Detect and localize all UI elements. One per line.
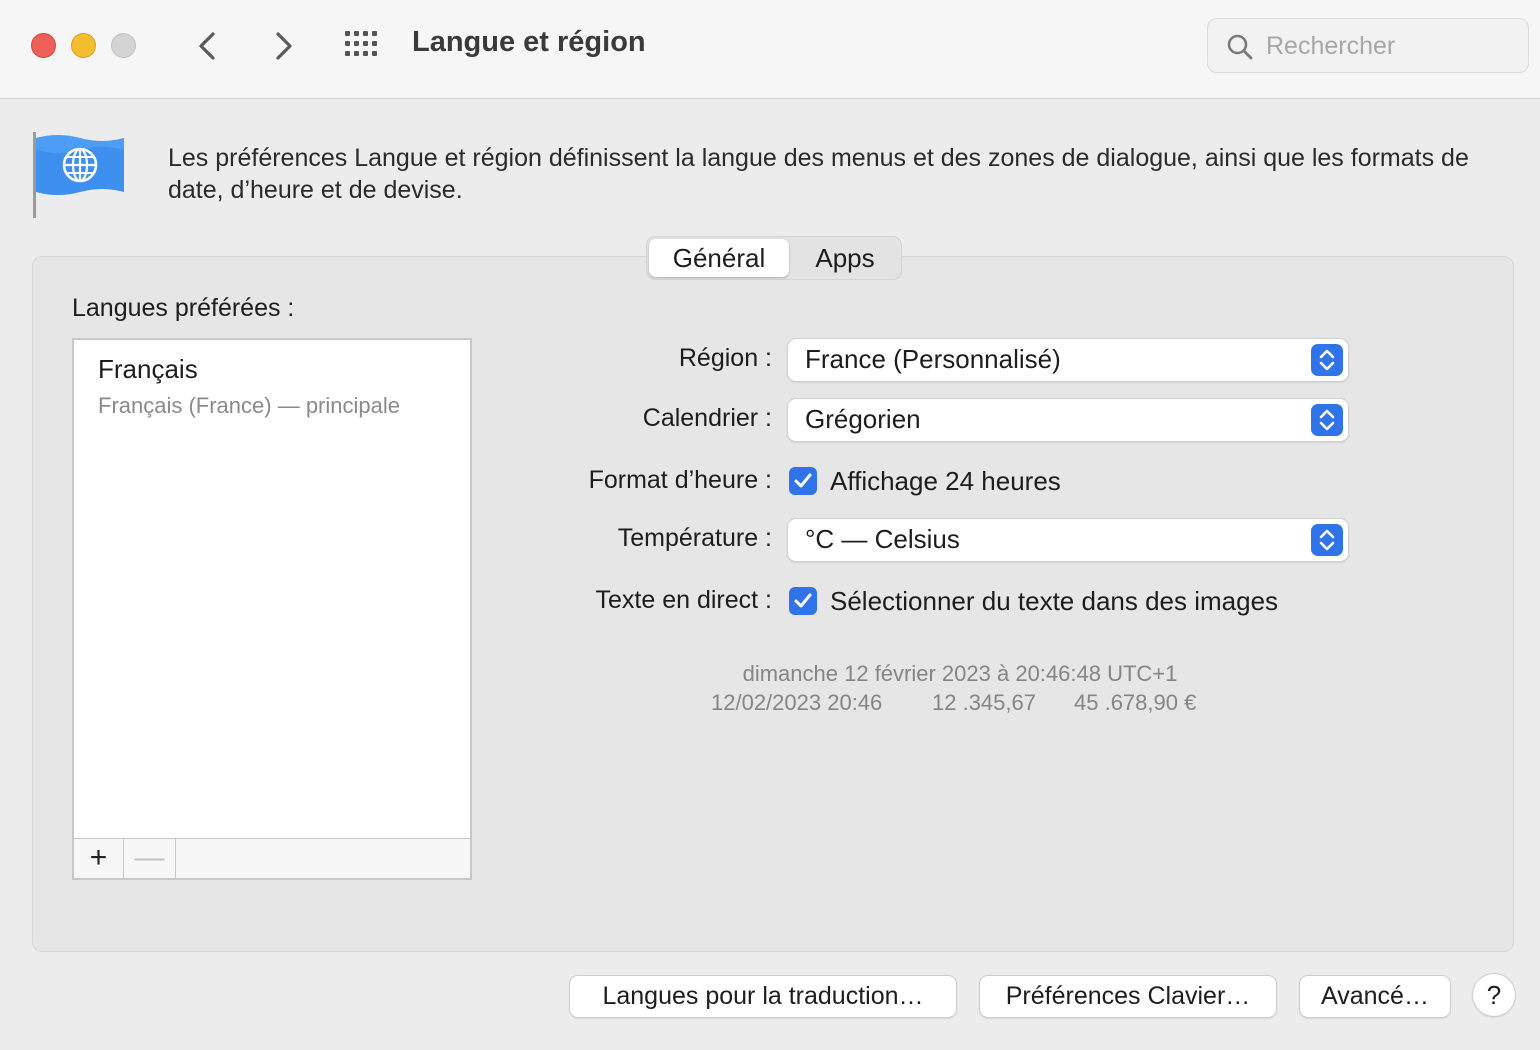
sample-currency: 45 .678,90 € <box>1074 690 1197 715</box>
chevron-right-icon <box>276 32 292 60</box>
list-item[interactable]: Français Français (France) — principale <box>98 354 400 419</box>
help-button[interactable]: ? <box>1473 974 1515 1016</box>
tab-general[interactable]: Général <box>649 239 789 277</box>
search-input[interactable] <box>1266 27 1516 65</box>
temperature-popup[interactable]: °C — Celsius <box>788 519 1348 561</box>
up-down-arrows-icon <box>1311 404 1343 436</box>
time-format-label: Format d’heure : <box>588 466 772 494</box>
checkmark-icon <box>794 593 812 608</box>
preferred-languages-label: Langues préférées : <box>72 294 295 322</box>
add-language-button[interactable]: + <box>74 839 124 878</box>
calendar-popup[interactable]: Grégorien <box>788 399 1348 441</box>
search-icon <box>1227 34 1253 60</box>
sample-short-date: 12/02/2023 20:46 <box>711 690 883 715</box>
preferred-languages-list[interactable]: Français Français (France) — principale … <box>72 338 472 880</box>
calendar-label: Calendrier : <box>642 404 772 432</box>
sample-number: 12 .345,67 <box>932 690 1036 715</box>
back-button[interactable] <box>188 26 228 66</box>
region-label: Région : <box>678 344 772 372</box>
window-title: Langue et région <box>412 26 646 58</box>
forward-button[interactable] <box>263 26 303 66</box>
grid-icon <box>345 31 377 56</box>
show-all-button[interactable] <box>343 28 383 64</box>
close-button[interactable] <box>31 33 56 58</box>
advanced-button[interactable]: Avancé… <box>1300 976 1450 1017</box>
up-down-arrows-icon <box>1311 344 1343 376</box>
live-text-label: Texte en direct : <box>595 586 772 614</box>
region-value: France (Personnalisé) <box>805 344 1061 374</box>
title-bar: Langue et région <box>0 0 1540 99</box>
language-detail: Français (France) — principale <box>98 393 400 418</box>
tab-apps[interactable]: Apps <box>791 239 899 277</box>
flag-globe-icon <box>28 130 128 220</box>
region-popup[interactable]: France (Personnalisé) <box>788 339 1348 381</box>
temperature-label: Température : <box>617 524 772 552</box>
24-hour-checkbox[interactable] <box>789 467 817 495</box>
keyboard-preferences-button[interactable]: Préférences Clavier… <box>980 976 1276 1017</box>
live-text-checkbox[interactable] <box>789 587 817 615</box>
sample-long-date: dimanche 12 février 2023 à 20:46:48 UTC+… <box>742 661 1178 686</box>
tab-control: Général Apps <box>646 236 902 280</box>
zoom-button[interactable] <box>111 33 136 58</box>
calendar-value: Grégorien <box>805 404 921 434</box>
list-toolbar: + — <box>74 838 470 878</box>
live-text-checkbox-label[interactable]: Sélectionner du texte dans des images <box>830 586 1278 617</box>
translation-languages-button[interactable]: Langues pour la traduction… <box>570 976 956 1017</box>
language-name: Français <box>98 354 198 384</box>
up-down-arrows-icon <box>1311 524 1343 556</box>
24-hour-checkbox-label[interactable]: Affichage 24 heures <box>830 466 1061 497</box>
search-field[interactable] <box>1207 18 1529 73</box>
checkmark-icon <box>794 473 812 488</box>
minimize-button[interactable] <box>71 33 96 58</box>
chevron-left-icon <box>199 32 215 60</box>
pane-description: Les préférences Langue et région définis… <box>168 144 1469 204</box>
temperature-value: °C — Celsius <box>805 524 960 554</box>
remove-language-button[interactable]: — <box>124 839 176 878</box>
